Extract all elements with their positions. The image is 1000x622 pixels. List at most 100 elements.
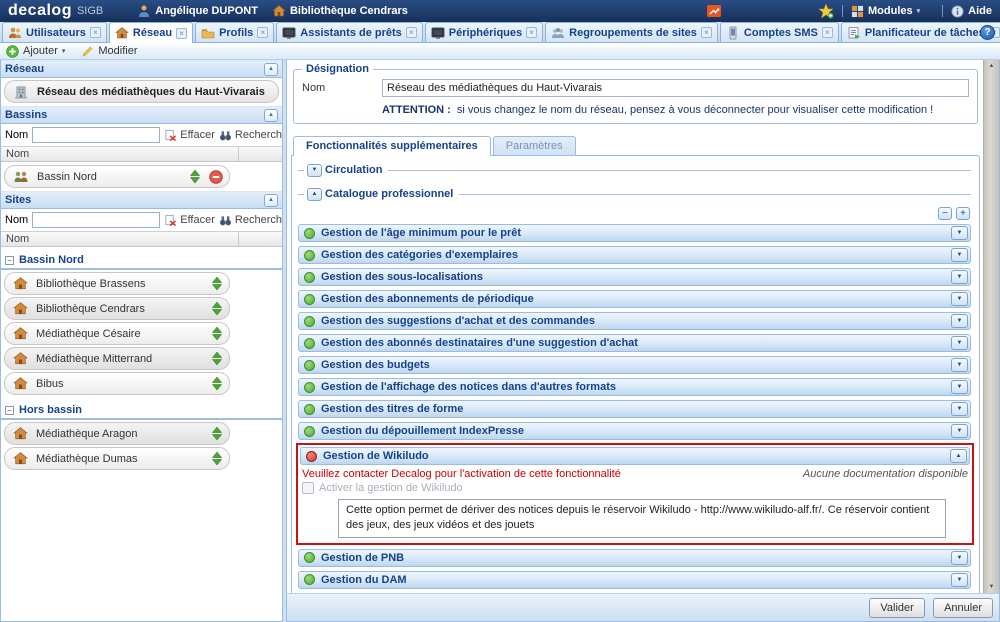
tab-peripheriques[interactable]: Périphériques × [425, 22, 543, 42]
feature-bar[interactable]: Gestion du dépouillement IndexPresse ▼ [298, 422, 971, 440]
clear-button[interactable]: Effacer [164, 214, 215, 227]
site-row[interactable]: Bibus [4, 372, 230, 395]
site-row[interactable]: Médiathèque Dumas [4, 447, 230, 470]
feature-bar[interactable]: Gestion des sous-localisations ▼ [298, 268, 971, 286]
collapse-icon[interactable]: ▲ [950, 449, 967, 463]
scroll-up-icon[interactable]: ▲ [989, 63, 995, 69]
close-icon[interactable]: × [90, 27, 101, 38]
site-row[interactable]: Médiathèque Césaire [4, 322, 230, 345]
close-icon[interactable]: × [526, 27, 537, 38]
expand-icon[interactable]: ▼ [951, 248, 968, 262]
search-button[interactable]: Rechercher [219, 214, 283, 227]
add-button[interactable]: Ajouter ▾ [6, 45, 65, 58]
bassin-row[interactable]: Bassin Nord [4, 165, 230, 188]
site-group-bassin-nord[interactable]: − Bassin Nord [1, 251, 282, 270]
current-site[interactable]: Bibliothèque Cendrars [272, 4, 408, 18]
sort-updown-icon[interactable] [211, 376, 223, 391]
feature-bar[interactable]: Gestion des abonnements de périodique ▼ [298, 290, 971, 308]
action-toolbar: Ajouter ▾ Modifier [0, 43, 1000, 60]
close-icon[interactable]: × [701, 27, 712, 38]
network-name-input[interactable] [382, 79, 969, 97]
expand-icon[interactable]: ▼ [951, 226, 968, 240]
edit-button[interactable]: Modifier [81, 45, 137, 58]
current-user[interactable]: Angélique DUPONT [137, 4, 258, 18]
sort-updown-icon[interactable] [211, 276, 223, 291]
bassins-filter-input[interactable] [32, 127, 160, 143]
tab-utilisateurs[interactable]: Utilisateurs × [2, 22, 107, 42]
feature-bar[interactable]: Gestion des catégories d'exemplaires ▼ [298, 246, 971, 264]
help-icon[interactable]: ? [980, 25, 995, 40]
favorites-star-icon[interactable] [818, 3, 834, 19]
sort-updown-icon[interactable] [189, 169, 201, 184]
tree-collapse-icon[interactable]: − [5, 406, 14, 415]
tab-fonctionnalites-supplementaires[interactable]: Fonctionnalités supplémentaires [293, 136, 491, 156]
collapse-icon[interactable]: ▲ [264, 194, 278, 207]
help-menu[interactable]: Aide [951, 5, 992, 18]
sort-updown-icon[interactable] [211, 451, 223, 466]
tab-label: Réseau [133, 27, 172, 39]
expand-icon[interactable]: ▼ [951, 314, 968, 328]
network-item[interactable]: Réseau des médiathèques du Haut-Vivarais [4, 80, 279, 103]
expand-icon[interactable]: ▼ [951, 551, 968, 565]
statistics-icon[interactable] [706, 4, 722, 18]
feature-bar-wikiludo[interactable]: Gestion de Wikiludo ▲ [300, 447, 970, 465]
vertical-scrollbar[interactable]: ▲ ▼ [983, 60, 999, 593]
expand-icon[interactable]: ▼ [951, 424, 968, 438]
collapse-icon[interactable]: ▲ [264, 63, 278, 76]
sites-column-header[interactable]: Nom [1, 231, 282, 247]
validate-button[interactable]: Valider [869, 598, 925, 618]
tab-parametres[interactable]: Paramètres [493, 136, 576, 155]
sort-updown-icon[interactable] [211, 351, 223, 366]
collapse-icon[interactable]: ▲ [307, 188, 322, 201]
expand-icon[interactable]: ▼ [951, 336, 968, 350]
action-footer: Valider Annuler [287, 593, 999, 621]
site-row[interactable]: Bibliothèque Brassens [4, 272, 230, 295]
tab-profils[interactable]: Profils × [195, 22, 274, 42]
scroll-down-icon[interactable]: ▼ [989, 584, 995, 590]
tab-assistants-de-prets[interactable]: Assistants de prêts × [276, 22, 422, 42]
feature-bar[interactable]: Gestion de l'affichage des notices dans … [298, 378, 971, 396]
tab-reseau[interactable]: Réseau × [109, 22, 193, 43]
collapse-all-button[interactable]: − [938, 207, 952, 220]
expand-icon[interactable]: ▼ [307, 164, 322, 177]
close-icon[interactable]: × [176, 28, 187, 39]
sort-updown-icon[interactable] [211, 326, 223, 341]
bassins-column-header[interactable]: Nom [1, 146, 282, 162]
expand-icon[interactable]: ▼ [951, 292, 968, 306]
activate-wikiludo-checkbox[interactable] [302, 482, 314, 494]
status-enabled-icon [304, 294, 315, 305]
site-group-hors-bassin[interactable]: − Hors bassin [1, 401, 282, 420]
expand-icon[interactable]: ▼ [951, 573, 968, 587]
cancel-button[interactable]: Annuler [933, 598, 993, 618]
expand-icon[interactable]: ▼ [951, 270, 968, 284]
tree-collapse-icon[interactable]: − [5, 256, 14, 265]
feature-bar[interactable]: Gestion des suggestions d'achat et des c… [298, 312, 971, 330]
sites-filter-input[interactable] [32, 212, 160, 228]
sort-updown-icon[interactable] [211, 301, 223, 316]
close-icon[interactable]: × [822, 27, 833, 38]
expand-all-button[interactable]: + [956, 207, 970, 220]
close-icon[interactable]: × [257, 27, 268, 38]
site-row[interactable]: Médiathèque Mitterrand [4, 347, 230, 370]
clear-button[interactable]: Effacer [164, 129, 215, 142]
collapse-icon[interactable]: ▲ [264, 109, 278, 122]
feature-bar[interactable]: Gestion des abonnés destinataires d'une … [298, 334, 971, 352]
modules-menu[interactable]: Modules ▾ [851, 5, 920, 18]
expand-icon[interactable]: ▼ [951, 358, 968, 372]
expand-icon[interactable]: ▼ [951, 402, 968, 416]
close-icon[interactable]: × [406, 27, 417, 38]
site-row[interactable]: Médiathèque Aragon [4, 422, 230, 445]
tab-comptes-sms[interactable]: Comptes SMS × [720, 22, 839, 42]
feature-bar[interactable]: Gestion de l'âge minimum pour le prêt ▼ [298, 224, 971, 242]
remove-icon[interactable] [209, 170, 223, 184]
feature-bar[interactable]: Gestion du DAM ▼ [298, 571, 971, 589]
tab-regroupements-de-sites[interactable]: Regroupements de sites × [545, 22, 718, 42]
search-button[interactable]: Rechercher [219, 129, 283, 142]
expand-icon[interactable]: ▼ [951, 380, 968, 394]
tab-planificateur-de-taches[interactable]: Planificateur de tâches × [841, 22, 1000, 42]
sort-updown-icon[interactable] [211, 426, 223, 441]
feature-bar[interactable]: Gestion des budgets ▼ [298, 356, 971, 374]
site-row[interactable]: Bibliothèque Cendrars [4, 297, 230, 320]
feature-bar[interactable]: Gestion de PNB ▼ [298, 549, 971, 567]
feature-bar[interactable]: Gestion des titres de forme ▼ [298, 400, 971, 418]
